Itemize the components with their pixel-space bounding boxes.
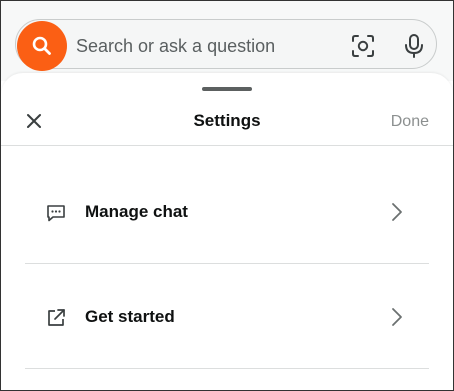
row-divider: [25, 368, 429, 369]
microphone-icon: [405, 34, 423, 58]
settings-sheet: Settings Done Manage chat Get started: [1, 73, 453, 390]
settings-item-label: Manage chat: [85, 202, 188, 221]
done-button[interactable]: Done: [391, 112, 429, 132]
external-link-icon: [45, 307, 67, 329]
camera-button[interactable]: [350, 33, 376, 59]
header-divider: [1, 145, 453, 146]
camera-scan-icon: [352, 35, 374, 57]
settings-item-get-started[interactable]: Get started: [25, 264, 429, 368]
search-input[interactable]: Search or ask a question: [76, 35, 275, 57]
app-screen: Search or ask a question Settings Done M…: [0, 0, 454, 391]
voice-search-button[interactable]: [402, 33, 426, 59]
chevron-right-icon: [391, 307, 403, 327]
sheet-drag-handle[interactable]: [202, 87, 252, 91]
chat-bubble-icon: [45, 202, 67, 224]
search-button[interactable]: [17, 21, 67, 71]
sheet-title: Settings: [193, 111, 261, 130]
settings-item-label: Get started: [85, 307, 175, 326]
settings-item-manage-chat[interactable]: Manage chat: [25, 159, 429, 263]
chevron-right-icon: [391, 202, 403, 222]
search-icon: [32, 36, 51, 55]
